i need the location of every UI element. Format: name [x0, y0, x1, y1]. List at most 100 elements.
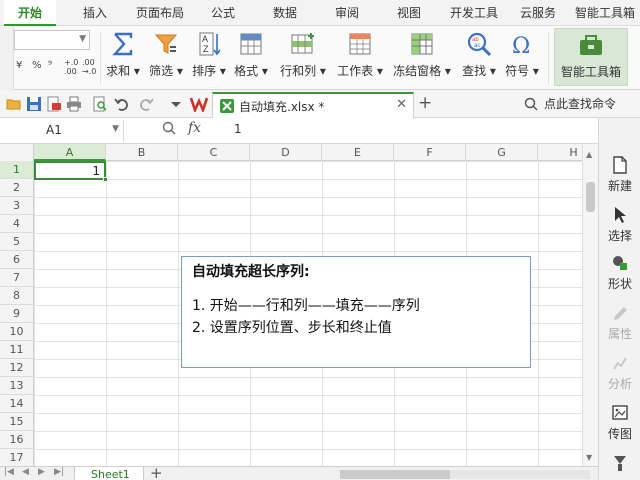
- column-header-a[interactable]: A: [34, 144, 106, 161]
- rows-cols-button[interactable]: 行和列 ▾: [278, 28, 328, 88]
- scroll-down-icon[interactable]: ▼: [586, 453, 592, 462]
- horizontal-scroll-thumb[interactable]: [340, 470, 450, 479]
- row-header-6[interactable]: 6: [0, 251, 34, 269]
- find-label: 查找 ▾: [462, 64, 496, 78]
- last-sheet-icon[interactable]: ▶|: [54, 467, 64, 477]
- decrease-decimal-button[interactable]: .00 →.0: [82, 58, 98, 76]
- row-header-17[interactable]: 17: [0, 449, 34, 466]
- new-tab-button[interactable]: +: [418, 93, 432, 113]
- tab-page-layout[interactable]: 页面布局: [128, 0, 192, 26]
- close-icon[interactable]: ✕: [396, 97, 407, 112]
- pane-shape-button[interactable]: 形状: [599, 252, 640, 298]
- sum-button[interactable]: 求和 ▾: [102, 28, 144, 88]
- svg-text:ac: ac: [474, 43, 480, 49]
- pane-select-button[interactable]: 选择: [599, 204, 640, 250]
- row-header-2[interactable]: 2: [0, 179, 34, 197]
- pane-analysis-button[interactable]: 分析: [599, 352, 640, 398]
- pane-more-button[interactable]: [599, 452, 640, 480]
- svg-text:A: A: [202, 34, 208, 44]
- thousands-button[interactable]: ⁹: [48, 60, 52, 71]
- worksheet-label: 工作表 ▾: [337, 64, 383, 78]
- column-header-g[interactable]: G: [466, 144, 538, 161]
- next-sheet-icon[interactable]: ▶: [38, 467, 45, 477]
- print-preview-icon[interactable]: [92, 96, 108, 112]
- row-header-5[interactable]: 5: [0, 233, 34, 251]
- export-pdf-icon[interactable]: [46, 96, 62, 112]
- command-search[interactable]: 点此查找命令: [544, 95, 616, 112]
- print-icon[interactable]: [66, 96, 82, 112]
- sheet-tab-sheet1[interactable]: Sheet1: [74, 467, 144, 480]
- chevron-down-icon[interactable]: ▼: [112, 124, 119, 134]
- symbol-button[interactable]: Ω 符号 ▾: [500, 28, 544, 88]
- tab-start[interactable]: 开始: [4, 0, 56, 26]
- right-task-pane: 新建 选择 形状 属性 分析 传图: [598, 118, 640, 480]
- undo-icon[interactable]: [114, 96, 130, 112]
- open-folder-icon[interactable]: [6, 96, 22, 112]
- worksheet-button[interactable]: 工作表 ▾: [334, 28, 386, 88]
- column-header-b[interactable]: B: [106, 144, 178, 161]
- row-header-4[interactable]: 4: [0, 215, 34, 233]
- format-button[interactable]: 格式 ▾: [230, 28, 272, 88]
- find-button[interactable]: ab ac 查找 ▾: [458, 28, 500, 88]
- row-header-15[interactable]: 15: [0, 413, 34, 431]
- row-header-16[interactable]: 16: [0, 431, 34, 449]
- row-header-7[interactable]: 7: [0, 269, 34, 287]
- filter-button[interactable]: 筛选 ▾: [144, 28, 188, 88]
- spreadsheet-grid[interactable]: A B C D E F G H 1 2 3 4 5 6 7 8 9 10 11 …: [0, 144, 582, 466]
- insert-function-button[interactable]: fx: [188, 120, 201, 136]
- column-header-c[interactable]: C: [178, 144, 250, 161]
- worksheet-icon: [346, 30, 374, 58]
- smart-toolbox-button[interactable]: 智能工具箱: [554, 28, 628, 86]
- prev-sheet-icon[interactable]: ◀: [22, 467, 29, 477]
- tab-data[interactable]: 数据: [262, 0, 308, 26]
- column-header-f[interactable]: F: [394, 144, 466, 161]
- pane-properties-button[interactable]: 属性: [599, 302, 640, 348]
- column-header-h[interactable]: H: [538, 144, 582, 161]
- tab-developer[interactable]: 开发工具: [442, 0, 506, 26]
- customize-quick-access-icon[interactable]: [168, 96, 184, 112]
- column-header-d[interactable]: D: [250, 144, 322, 161]
- tab-smart-toolbox[interactable]: 智能工具箱: [570, 0, 640, 26]
- font-name-box[interactable]: ▼: [14, 30, 90, 50]
- pane-upload-image-button[interactable]: 传图: [599, 402, 640, 448]
- tab-cloud[interactable]: 云服务: [512, 0, 564, 26]
- currency-button[interactable]: ¥: [16, 60, 22, 71]
- first-sheet-icon[interactable]: |◀: [4, 467, 14, 477]
- svg-text:Z: Z: [203, 44, 209, 54]
- name-box[interactable]: A1 ▼: [0, 120, 124, 142]
- redo-icon[interactable]: [138, 96, 154, 112]
- row-header-1[interactable]: 1: [0, 161, 34, 179]
- row-header-11[interactable]: 11: [0, 341, 34, 359]
- row-header-8[interactable]: 8: [0, 287, 34, 305]
- row-header-12[interactable]: 12: [0, 359, 34, 377]
- select-all-corner[interactable]: [0, 144, 34, 161]
- percent-button[interactable]: %: [32, 60, 42, 71]
- scroll-up-icon[interactable]: ▲: [586, 150, 592, 159]
- row-header-10[interactable]: 10: [0, 323, 34, 341]
- scroll-thumb[interactable]: [586, 182, 595, 212]
- increase-decimal-button[interactable]: +.0 .00: [64, 58, 80, 76]
- formula-input[interactable]: 1: [234, 122, 242, 136]
- tab-review[interactable]: 审阅: [324, 0, 370, 26]
- zoom-function-icon[interactable]: [162, 121, 176, 139]
- pane-new-button[interactable]: 新建: [599, 154, 640, 200]
- document-tab[interactable]: 自动填充.xlsx * ✕: [212, 92, 414, 118]
- row-header-3[interactable]: 3: [0, 197, 34, 215]
- tab-formulas[interactable]: 公式: [200, 0, 246, 26]
- instruction-textbox[interactable]: 自动填充超长序列: 1. 开始——行和列——填充——序列 2. 设置序列位置、步…: [181, 256, 531, 368]
- column-header-e[interactable]: E: [322, 144, 394, 161]
- add-sheet-button[interactable]: +: [150, 464, 163, 480]
- tab-insert[interactable]: 插入: [70, 0, 120, 26]
- vertical-scrollbar[interactable]: ▲ ▼: [582, 144, 598, 466]
- active-cell-a1[interactable]: 1: [34, 161, 108, 182]
- sort-button[interactable]: AZ 排序 ▾: [188, 28, 230, 88]
- row-header-13[interactable]: 13: [0, 377, 34, 395]
- freeze-panes-button[interactable]: 冻结窗格 ▾: [390, 28, 454, 88]
- row-header-14[interactable]: 14: [0, 395, 34, 413]
- ribbon-collapse-strip[interactable]: [0, 26, 14, 90]
- save-icon[interactable]: [26, 96, 42, 112]
- fill-handle[interactable]: [103, 177, 108, 182]
- row-header-9[interactable]: 9: [0, 305, 34, 323]
- tab-view[interactable]: 视图: [386, 0, 432, 26]
- horizontal-scrollbar[interactable]: [340, 470, 590, 479]
